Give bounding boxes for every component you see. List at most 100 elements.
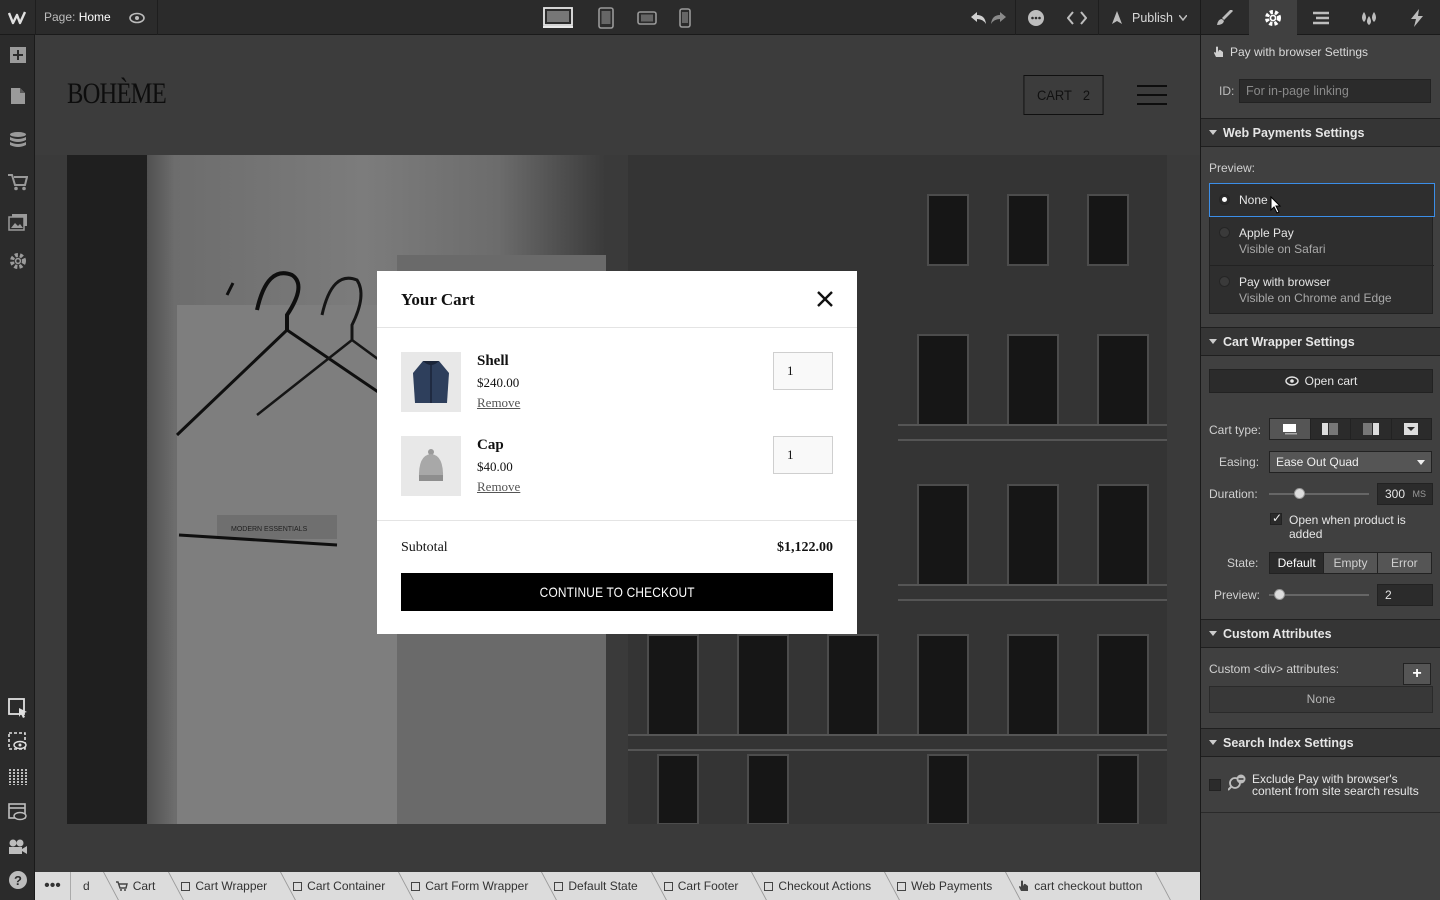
left-toolbar: ?: [0, 35, 35, 900]
video-tutorials-icon[interactable]: [0, 829, 35, 864]
menu-hamburger-icon[interactable]: [1137, 85, 1167, 105]
cart-item-name: Cap: [477, 437, 504, 453]
breadcrumb-item[interactable]: Cart Container: [281, 872, 399, 900]
breadcrumb-item[interactable]: d: [71, 872, 104, 900]
easing-value: Ease Out Quad: [1276, 455, 1359, 469]
custom-attributes-section-header[interactable]: Custom Attributes: [1201, 619, 1440, 648]
breadcrumb-item[interactable]: Cart Footer: [652, 872, 753, 900]
cart-type-dropdown-icon[interactable]: [1392, 419, 1432, 439]
breadcrumb-item[interactable]: Cart: [104, 872, 170, 900]
cart-wrapper-section-header[interactable]: Cart Wrapper Settings: [1201, 327, 1440, 356]
breadcrumb-item[interactable]: Cart Wrapper: [169, 872, 281, 900]
preview-label: Preview:: [1209, 161, 1256, 175]
section-title: Custom Attributes: [1223, 626, 1332, 641]
undo-icon[interactable]: [968, 0, 990, 35]
publish-button[interactable]: Publish: [1108, 0, 1187, 35]
preview-count-input[interactable]: 2: [1377, 584, 1433, 606]
preview-eye-icon[interactable]: [125, 0, 149, 35]
remove-item-link[interactable]: Remove: [477, 395, 520, 411]
mouse-cursor-icon: [1270, 196, 1282, 214]
close-icon[interactable]: [815, 289, 835, 309]
radio-button[interactable]: [1219, 276, 1230, 287]
radio-button[interactable]: [1219, 194, 1230, 205]
subtotal-value: $1,122.00: [777, 540, 833, 555]
show-hidden-icon[interactable]: [0, 794, 35, 829]
search-index-section-header[interactable]: Search Index Settings: [1201, 728, 1440, 757]
add-attribute-button[interactable]: +: [1403, 663, 1431, 685]
open-when-added-checkbox[interactable]: [1270, 511, 1282, 525]
mobile-landscape-breakpoint-icon[interactable]: [634, 0, 660, 35]
interactions-lightning-icon[interactable]: [1393, 0, 1440, 35]
duration-slider-track[interactable]: [1269, 493, 1369, 495]
exclude-search-checkbox[interactable]: [1209, 779, 1221, 791]
cart-label: CART: [1036, 87, 1072, 103]
breadcrumb-more-button[interactable]: •••: [35, 872, 71, 900]
comments-icon[interactable]: [1024, 0, 1048, 35]
settings-gear-icon[interactable]: [1249, 0, 1297, 35]
radio-option-apple-pay[interactable]: Apple Pay Visible on Safari: [1210, 217, 1434, 266]
breadcrumb-item[interactable]: Cart Form Wrapper: [399, 872, 542, 900]
divider: [157, 0, 158, 35]
state-error-tab[interactable]: Error: [1377, 553, 1431, 573]
navigator-icon[interactable]: [1297, 0, 1345, 35]
preview-slider-handle[interactable]: [1274, 589, 1285, 600]
div-block-icon: [764, 881, 774, 891]
preview-mode-icon[interactable]: [0, 724, 35, 759]
cart-open-button[interactable]: CART 2: [1023, 75, 1104, 115]
breadcrumb-label: d: [83, 879, 90, 893]
select-element-icon[interactable]: [0, 690, 35, 725]
easing-label: Easing:: [1219, 455, 1260, 469]
add-panel-icon[interactable]: [0, 37, 35, 72]
remove-item-link[interactable]: Remove: [477, 479, 520, 495]
breadcrumb-item[interactable]: Default State: [542, 872, 651, 900]
site-brand-logo[interactable]: BOHÈME: [67, 77, 167, 111]
eye-icon: [1284, 376, 1299, 386]
radio-button[interactable]: [1219, 227, 1230, 238]
radio-option-pay-with-browser[interactable]: Pay with browser Visible on Chrome and E…: [1210, 266, 1434, 315]
redo-icon[interactable]: [988, 0, 1008, 35]
webflow-logo-icon[interactable]: [0, 0, 35, 35]
quantity-input[interactable]: 1: [773, 352, 833, 390]
div-block-icon: [897, 881, 907, 891]
easing-select[interactable]: Ease Out Quad: [1269, 451, 1432, 473]
breadcrumb-item[interactable]: Web Payments: [885, 872, 1006, 900]
cart-type-modal-icon[interactable]: [1270, 419, 1311, 439]
settings-gear-icon[interactable]: [0, 243, 35, 278]
help-icon[interactable]: ?: [0, 862, 35, 897]
xray-guides-icon[interactable]: [0, 759, 35, 794]
assets-icon[interactable]: [0, 204, 35, 239]
design-canvas[interactable]: BOHÈME CART 2 MODERN ESSENTIALS Your Car…: [35, 35, 1200, 872]
code-export-icon[interactable]: [1064, 0, 1090, 35]
tablet-breakpoint-icon[interactable]: [594, 0, 618, 35]
quantity-input[interactable]: 1: [773, 436, 833, 474]
breadcrumb-label: Default State: [568, 879, 638, 893]
duration-slider-handle[interactable]: [1294, 488, 1305, 499]
page-selector[interactable]: Page: Home: [44, 10, 111, 24]
cms-collections-icon[interactable]: [0, 122, 35, 157]
web-payments-preview-options: None Apple Pay Visible on Safari Pay wit…: [1209, 183, 1435, 315]
page-name: Home: [78, 10, 111, 24]
cart-type-right-sidebar-icon[interactable]: [1351, 419, 1392, 439]
pages-icon[interactable]: [0, 78, 35, 113]
style-brush-icon[interactable]: [1201, 0, 1249, 35]
breadcrumb-label: Checkout Actions: [778, 879, 872, 893]
duration-input[interactable]: 300 MS: [1377, 483, 1433, 505]
mobile-portrait-breakpoint-icon[interactable]: [676, 0, 694, 35]
ecommerce-cart-icon[interactable]: [0, 164, 35, 199]
web-payments-section-header[interactable]: Web Payments Settings: [1201, 118, 1440, 147]
symbols-drops-icon[interactable]: [1345, 0, 1393, 35]
cart-icon: [115, 881, 128, 891]
breadcrumb-label: Cart Footer: [677, 879, 739, 893]
state-empty-tab[interactable]: Empty: [1324, 553, 1378, 573]
breadcrumb-item-current[interactable]: cart checkout button: [1006, 872, 1156, 900]
checkout-button[interactable]: CONTINUE TO CHECKOUT: [401, 573, 833, 611]
option-subtitle: Visible on Chrome and Edge: [1239, 291, 1392, 305]
open-cart-button[interactable]: Open cart: [1209, 369, 1433, 393]
state-default-tab[interactable]: Default: [1270, 553, 1325, 573]
radio-option-none[interactable]: None: [1209, 183, 1435, 217]
cart-modal-header: Your Cart: [377, 271, 857, 328]
desktop-breakpoint-icon[interactable]: [541, 0, 575, 35]
breadcrumb-item[interactable]: Checkout Actions: [752, 872, 885, 900]
cart-type-left-sidebar-icon[interactable]: [1311, 419, 1351, 439]
element-id-input[interactable]: For in-page linking: [1239, 79, 1431, 103]
